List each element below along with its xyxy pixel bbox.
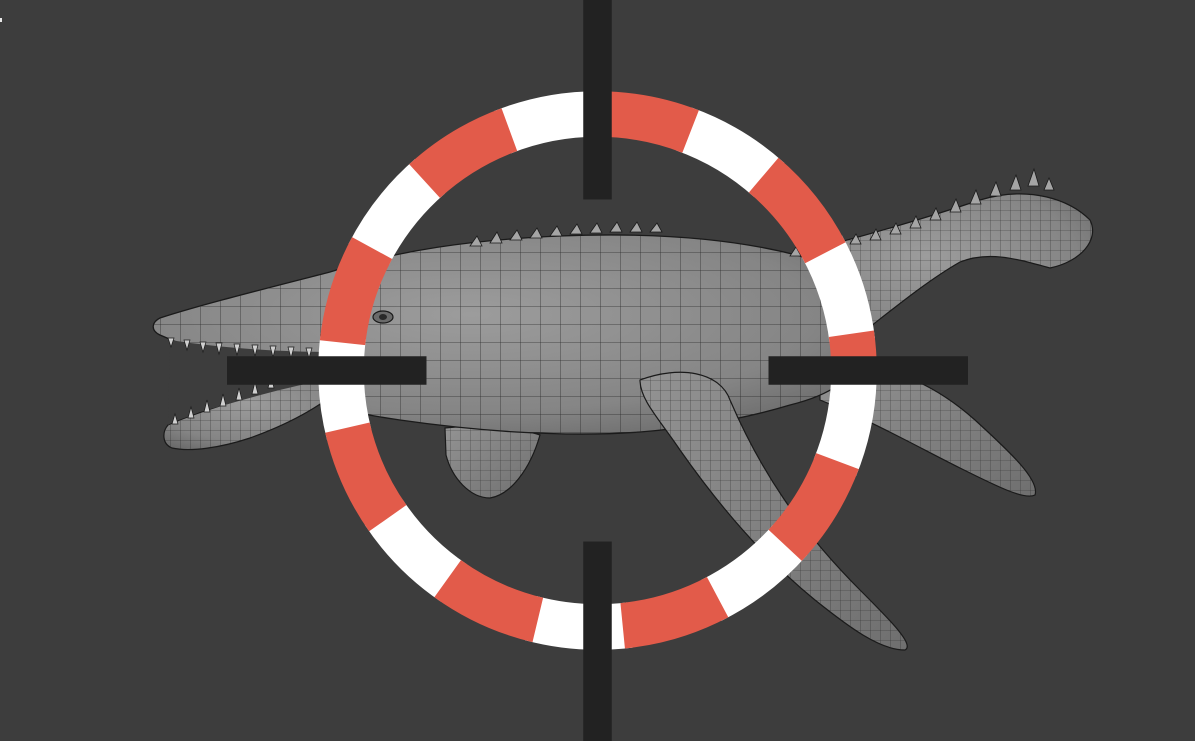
- 3d-cursor-icon[interactable]: [0, 0, 1195, 741]
- 3d-viewport[interactable]: [0, 0, 1195, 741]
